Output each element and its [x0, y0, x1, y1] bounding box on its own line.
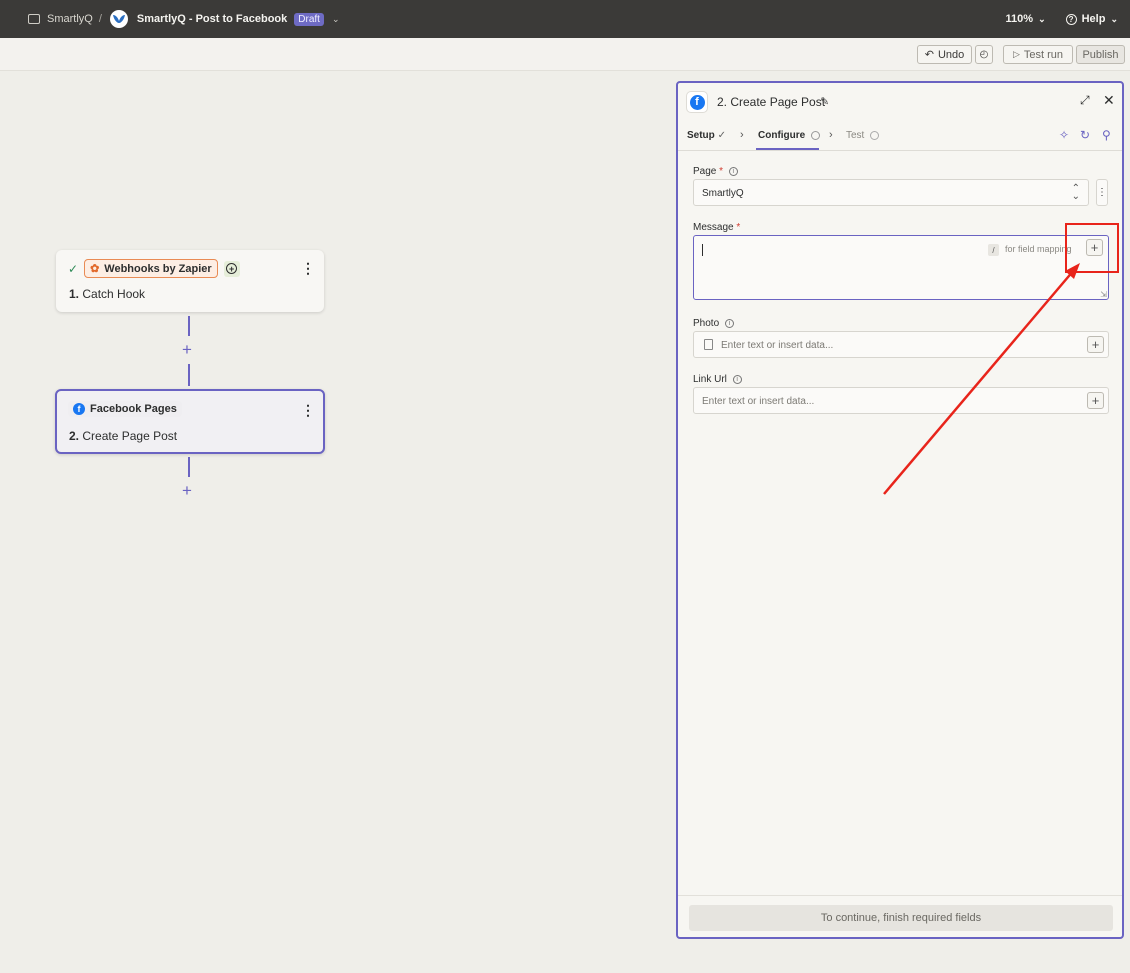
annotation-arrow [883, 263, 1080, 495]
